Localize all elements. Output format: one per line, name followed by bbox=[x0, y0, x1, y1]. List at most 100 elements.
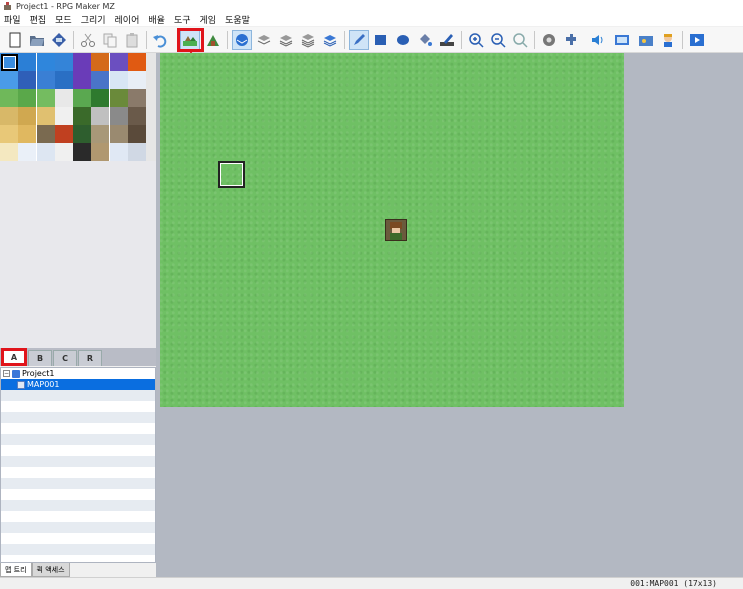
tileset-tile[interactable] bbox=[36, 107, 55, 125]
zoom-out-button[interactable] bbox=[488, 30, 508, 50]
tileset-tile[interactable] bbox=[109, 89, 128, 107]
tab-tileset-c[interactable]: C bbox=[53, 350, 77, 366]
tileset-tile[interactable] bbox=[73, 89, 91, 107]
tileset-tile[interactable] bbox=[18, 71, 37, 89]
cut-button[interactable] bbox=[78, 30, 98, 50]
resource-manager-button[interactable] bbox=[636, 30, 656, 50]
tree-item-map001[interactable]: MAP001 bbox=[1, 379, 155, 390]
layer-1-button[interactable] bbox=[232, 30, 252, 50]
tileset-tile[interactable] bbox=[109, 53, 128, 71]
tileset-tile[interactable] bbox=[18, 53, 37, 71]
tileset-tile[interactable] bbox=[109, 71, 128, 89]
undo-button[interactable] bbox=[150, 30, 170, 50]
tileset-tile[interactable] bbox=[54, 107, 73, 125]
tileset-tile[interactable] bbox=[36, 71, 55, 89]
tileset-tile[interactable] bbox=[127, 71, 146, 89]
tileset-tile[interactable] bbox=[91, 89, 110, 107]
copy-button[interactable] bbox=[100, 30, 120, 50]
tileset-tile[interactable] bbox=[18, 107, 37, 125]
ellipse-button[interactable] bbox=[393, 30, 413, 50]
tileset-tile[interactable] bbox=[0, 107, 18, 125]
plugin-manager-button[interactable] bbox=[561, 30, 581, 50]
tree-item-project[interactable]: − Project1 bbox=[1, 368, 155, 379]
layer-4-button[interactable] bbox=[298, 30, 318, 50]
tileset-tile[interactable] bbox=[91, 107, 110, 125]
tileset-tile[interactable] bbox=[127, 53, 146, 71]
tileset-tile[interactable] bbox=[36, 53, 55, 71]
tileset-tile[interactable] bbox=[91, 125, 110, 143]
character-generator-button[interactable] bbox=[658, 30, 678, 50]
tileset-tile[interactable] bbox=[18, 125, 37, 143]
layer-3-button[interactable] bbox=[276, 30, 296, 50]
open-project-button[interactable] bbox=[27, 30, 47, 50]
tileset-tile[interactable] bbox=[109, 107, 128, 125]
tileset-tile[interactable] bbox=[127, 125, 146, 143]
playtest-button[interactable] bbox=[687, 30, 707, 50]
fill-button[interactable] bbox=[415, 30, 435, 50]
tileset-tile[interactable] bbox=[18, 143, 37, 161]
tileset-tile[interactable] bbox=[109, 125, 128, 143]
all-layers-button[interactable] bbox=[320, 30, 340, 50]
zoom-actual-button[interactable] bbox=[510, 30, 530, 50]
paste-button[interactable] bbox=[122, 30, 142, 50]
tileset-tile[interactable] bbox=[127, 143, 146, 161]
tileset-tile[interactable] bbox=[36, 143, 55, 161]
event-searcher-button[interactable] bbox=[612, 30, 632, 50]
tileset-tile[interactable] bbox=[0, 89, 18, 107]
tileset-tile[interactable] bbox=[0, 143, 18, 161]
database-button[interactable] bbox=[539, 30, 559, 50]
tileset-tile[interactable] bbox=[127, 107, 146, 125]
tileset-tile[interactable] bbox=[36, 89, 55, 107]
tileset-tile[interactable] bbox=[54, 53, 73, 71]
map-tree[interactable]: − Project1 MAP001 bbox=[0, 367, 156, 563]
tab-map-tree[interactable]: 맵 트리 bbox=[0, 563, 32, 577]
tileset-tile[interactable] bbox=[91, 53, 110, 71]
map-editor-area[interactable] bbox=[156, 53, 743, 577]
menu-mode[interactable]: 모드 bbox=[55, 13, 72, 26]
shadow-pen-button[interactable] bbox=[437, 30, 457, 50]
pencil-button[interactable] bbox=[349, 30, 369, 50]
tileset-tile[interactable] bbox=[54, 143, 73, 161]
menu-tools[interactable]: 도구 bbox=[174, 13, 191, 26]
tileset-tile[interactable] bbox=[109, 143, 128, 161]
layer-2-button[interactable] bbox=[254, 30, 274, 50]
tileset-grid[interactable] bbox=[0, 53, 146, 161]
tileset-tile[interactable] bbox=[54, 125, 73, 143]
menu-draw[interactable]: 그리기 bbox=[81, 13, 106, 26]
tileset-tile[interactable] bbox=[54, 89, 73, 107]
rectangle-button[interactable] bbox=[371, 30, 391, 50]
tileset-tile[interactable] bbox=[73, 53, 91, 71]
menu-game[interactable]: 게임 bbox=[200, 13, 217, 26]
tileset-palette[interactable] bbox=[0, 53, 146, 161]
menu-scale[interactable]: 배율 bbox=[148, 13, 165, 26]
tileset-tile[interactable] bbox=[54, 71, 73, 89]
player-start-event[interactable] bbox=[385, 219, 407, 241]
tab-quick-access[interactable]: 퀵 액세스 bbox=[31, 563, 70, 577]
sound-test-button[interactable] bbox=[588, 30, 608, 50]
tileset-tile[interactable] bbox=[127, 89, 146, 107]
tileset-tile[interactable] bbox=[36, 125, 55, 143]
tab-tileset-b[interactable]: B bbox=[28, 350, 52, 366]
tileset-tile[interactable] bbox=[73, 125, 91, 143]
tileset-tile[interactable] bbox=[91, 71, 110, 89]
tileset-tile[interactable] bbox=[73, 71, 91, 89]
palette-empty-area bbox=[0, 161, 156, 348]
collapse-icon[interactable]: − bbox=[3, 370, 10, 377]
map-canvas[interactable] bbox=[160, 53, 624, 407]
menu-help[interactable]: 도움말 bbox=[225, 13, 250, 26]
new-project-button[interactable] bbox=[5, 30, 25, 50]
menu-file[interactable]: 파일 bbox=[4, 13, 21, 26]
tileset-tile[interactable] bbox=[73, 107, 91, 125]
tab-tileset-a[interactable]: A bbox=[1, 348, 27, 366]
tab-tileset-r[interactable]: R bbox=[78, 350, 102, 366]
tileset-tile[interactable] bbox=[18, 89, 37, 107]
tileset-tile[interactable] bbox=[91, 143, 110, 161]
menu-edit[interactable]: 편집 bbox=[30, 13, 47, 26]
zoom-in-button[interactable] bbox=[466, 30, 486, 50]
save-project-button[interactable] bbox=[49, 30, 69, 50]
menu-layer[interactable]: 레이어 bbox=[115, 13, 140, 26]
event-mode-button[interactable] bbox=[203, 30, 223, 50]
tileset-tile[interactable] bbox=[73, 143, 91, 161]
tileset-tile[interactable] bbox=[0, 125, 18, 143]
tileset-tile[interactable] bbox=[0, 71, 18, 89]
